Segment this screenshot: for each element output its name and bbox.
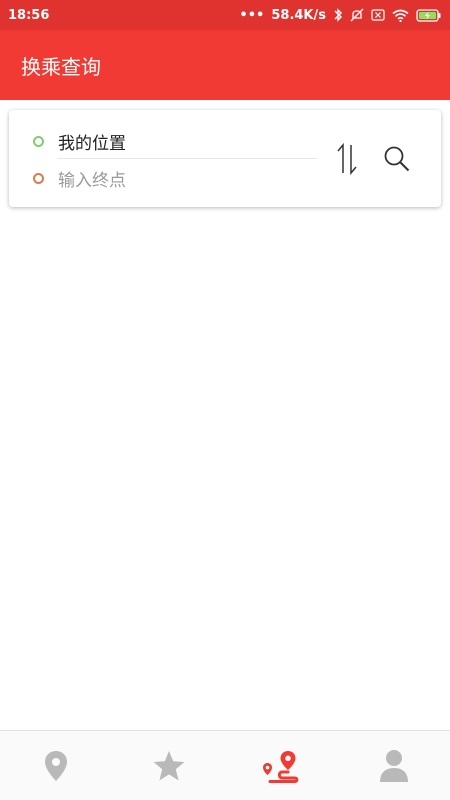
nav-item-profile[interactable]: [338, 731, 450, 800]
end-location-input[interactable]: 输入终点: [58, 166, 126, 191]
nav-item-favorites[interactable]: [113, 731, 226, 800]
start-location-label: 我的位置: [58, 133, 126, 154]
net-speed: 58.4K/s: [271, 7, 326, 23]
route-icon: [263, 750, 299, 783]
start-location-row[interactable]: 我的位置: [9, 123, 317, 159]
search-button[interactable]: [380, 140, 414, 178]
nav-item-location[interactable]: [0, 731, 113, 800]
star-icon: [153, 750, 185, 780]
status-bar: 18:56 ••• 58.4K/s: [0, 0, 450, 30]
search-icon: [384, 146, 410, 172]
end-dot-icon: [33, 172, 44, 184]
app-bar: 换乘查询: [0, 30, 450, 100]
swap-vertical-icon: [337, 142, 357, 176]
location-pin-icon: [45, 750, 68, 781]
status-time: 18:56: [8, 7, 50, 23]
status-icons: ••• 58.4K/s: [239, 8, 442, 23]
end-location-row[interactable]: 输入终点: [9, 160, 317, 196]
battery-charging-icon: [416, 8, 441, 22]
swap-button[interactable]: [330, 140, 364, 178]
content-area: [0, 207, 450, 730]
mute-icon: [350, 8, 364, 22]
status-dots: •••: [239, 7, 265, 23]
sim-icon: [371, 9, 385, 21]
bluetooth-icon: [334, 8, 342, 22]
page-title: 换乘查询: [21, 54, 101, 79]
start-dot-icon: [33, 135, 44, 147]
nav-item-route[interactable]: [225, 731, 338, 800]
divider: [57, 158, 317, 159]
person-icon: [379, 749, 408, 782]
wifi-icon: [392, 9, 409, 22]
bottom-nav: [0, 730, 450, 800]
